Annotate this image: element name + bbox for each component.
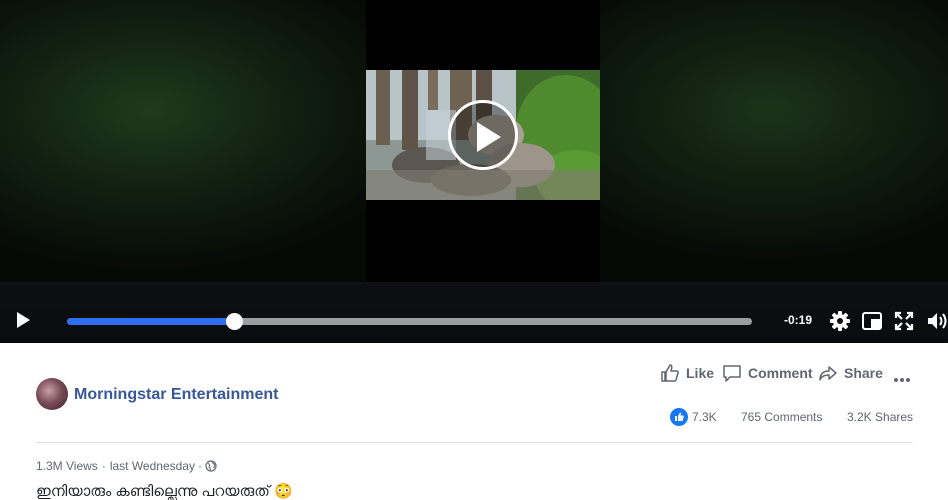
views-count: 1.3M Views	[36, 459, 98, 473]
picture-in-picture-icon	[862, 312, 882, 330]
post-meta: 1.3M Views · last Wednesday ·	[36, 459, 217, 473]
more-dot	[900, 378, 904, 382]
fullscreen-button[interactable]	[893, 310, 915, 332]
picture-in-picture-button[interactable]	[861, 310, 883, 332]
seek-bar-handle[interactable]	[226, 313, 244, 330]
play-button[interactable]	[12, 310, 34, 332]
post-caption: ഇനിയാരും കണ്ടില്ലെന്നു പറയരുത് 😳	[36, 483, 293, 500]
play-icon	[17, 312, 30, 328]
volume-button[interactable]	[926, 310, 948, 332]
thumbs-up-icon	[670, 408, 688, 426]
share-icon	[819, 366, 837, 381]
video-blur-background-right	[600, 0, 948, 282]
globe-icon[interactable]	[205, 460, 217, 472]
share-label: Share	[844, 365, 883, 381]
more-dot	[906, 378, 910, 382]
reactions-count-text: 7.3K	[692, 410, 717, 424]
thumbs-up-icon	[661, 364, 679, 382]
remaining-time: -0:19	[784, 313, 813, 327]
like-label: Like	[686, 365, 715, 381]
volume-icon	[928, 313, 947, 329]
divider	[36, 442, 913, 443]
comment-label: Comment	[748, 365, 813, 381]
fullscreen-icon	[894, 311, 914, 331]
video-player[interactable]: -0:19	[0, 0, 948, 343]
settings-button[interactable]	[829, 310, 851, 332]
big-play-button[interactable]	[448, 100, 518, 170]
like-button[interactable]: Like	[660, 363, 714, 383]
shares-count[interactable]: 3.2K Shares	[847, 408, 913, 426]
post-time-link[interactable]: last Wednesday	[110, 459, 195, 473]
seek-bar[interactable]	[67, 313, 752, 330]
share-button[interactable]: Share	[818, 363, 883, 383]
play-icon	[477, 122, 501, 152]
reactions-count[interactable]: 7.3K	[670, 408, 717, 426]
page-name-link[interactable]: Morningstar Entertainment	[74, 386, 278, 404]
more-dots-icon	[894, 378, 898, 382]
post-details: Morningstar Entertainment Like Comment S…	[0, 343, 948, 500]
comment-icon	[723, 365, 741, 382]
comments-count[interactable]: 765 Comments	[741, 408, 822, 426]
more-options-button[interactable]	[894, 369, 912, 387]
video-blur-background-left	[0, 0, 366, 282]
avatar[interactable]	[36, 378, 68, 410]
comment-button[interactable]: Comment	[722, 363, 813, 383]
meta-separator: ·	[197, 459, 202, 473]
meta-separator: ·	[101, 459, 106, 473]
video-controls-bar: -0:19	[0, 282, 948, 343]
seek-bar-progress	[67, 318, 235, 325]
gear-icon	[830, 311, 850, 331]
